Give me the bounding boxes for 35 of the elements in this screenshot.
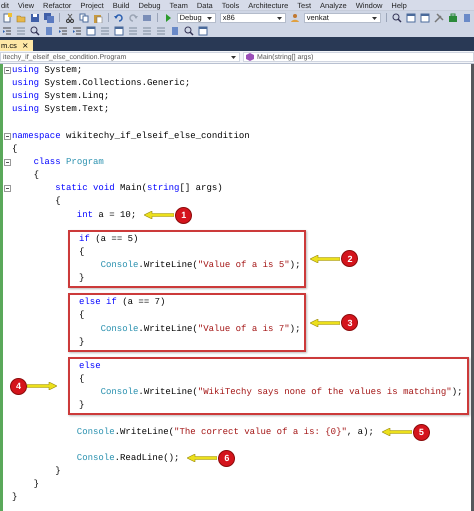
- code-line: }: [79, 272, 84, 286]
- code-line: class Program: [32, 156, 104, 169]
- code-line: static void Main(string[] args): [54, 182, 223, 196]
- code-line: int a = 10;: [76, 208, 136, 222]
- code-line: Console.WriteLine("The correct value of a is: {0}", a);: [76, 426, 374, 439]
- code-line: }: [32, 478, 40, 492]
- code-line: }: [54, 464, 61, 478]
- code-line: {: [79, 372, 84, 386]
- code-line: Console.WriteLine("Value of a is 5");: [100, 258, 300, 272]
- code-line: namespace wikitechy_if_elseif_else_condition: [12, 130, 250, 143]
- callout-number: 4: [10, 378, 27, 395]
- code-line: using System.Collections.Generic;: [12, 77, 190, 90]
- code-line: using System.Text;: [12, 103, 110, 116]
- code-line: Console.WriteLine("Value of a is 7");: [100, 322, 300, 336]
- code-line: Console.WriteLine("WikiTechy says none of the values is matching");: [100, 386, 462, 400]
- code-line: else: [79, 360, 101, 373]
- code-line: using System;: [12, 64, 82, 77]
- code-line: }: [79, 336, 84, 349]
- code-line: }: [12, 491, 18, 504]
- callout-number: 6: [218, 450, 236, 467]
- code-line: {: [12, 142, 18, 156]
- close-button[interactable]: ×: [20, 41, 30, 50]
- code-line: {: [79, 309, 84, 322]
- code-line: using System.Linq;: [12, 90, 110, 104]
- code-line: if (a == 5): [79, 232, 138, 246]
- callout-number: 3: [341, 314, 358, 332]
- code-line: {: [54, 195, 61, 208]
- code-line: }: [79, 399, 84, 412]
- code-line: {: [32, 169, 40, 182]
- callout-number: 1: [175, 206, 192, 224]
- code-line: Console.ReadLine();: [76, 452, 180, 465]
- callout-number: 5: [412, 424, 430, 441]
- code-line: else if (a == 7): [79, 296, 166, 310]
- code-line: {: [79, 246, 84, 259]
- callout-number: 2: [341, 250, 358, 268]
